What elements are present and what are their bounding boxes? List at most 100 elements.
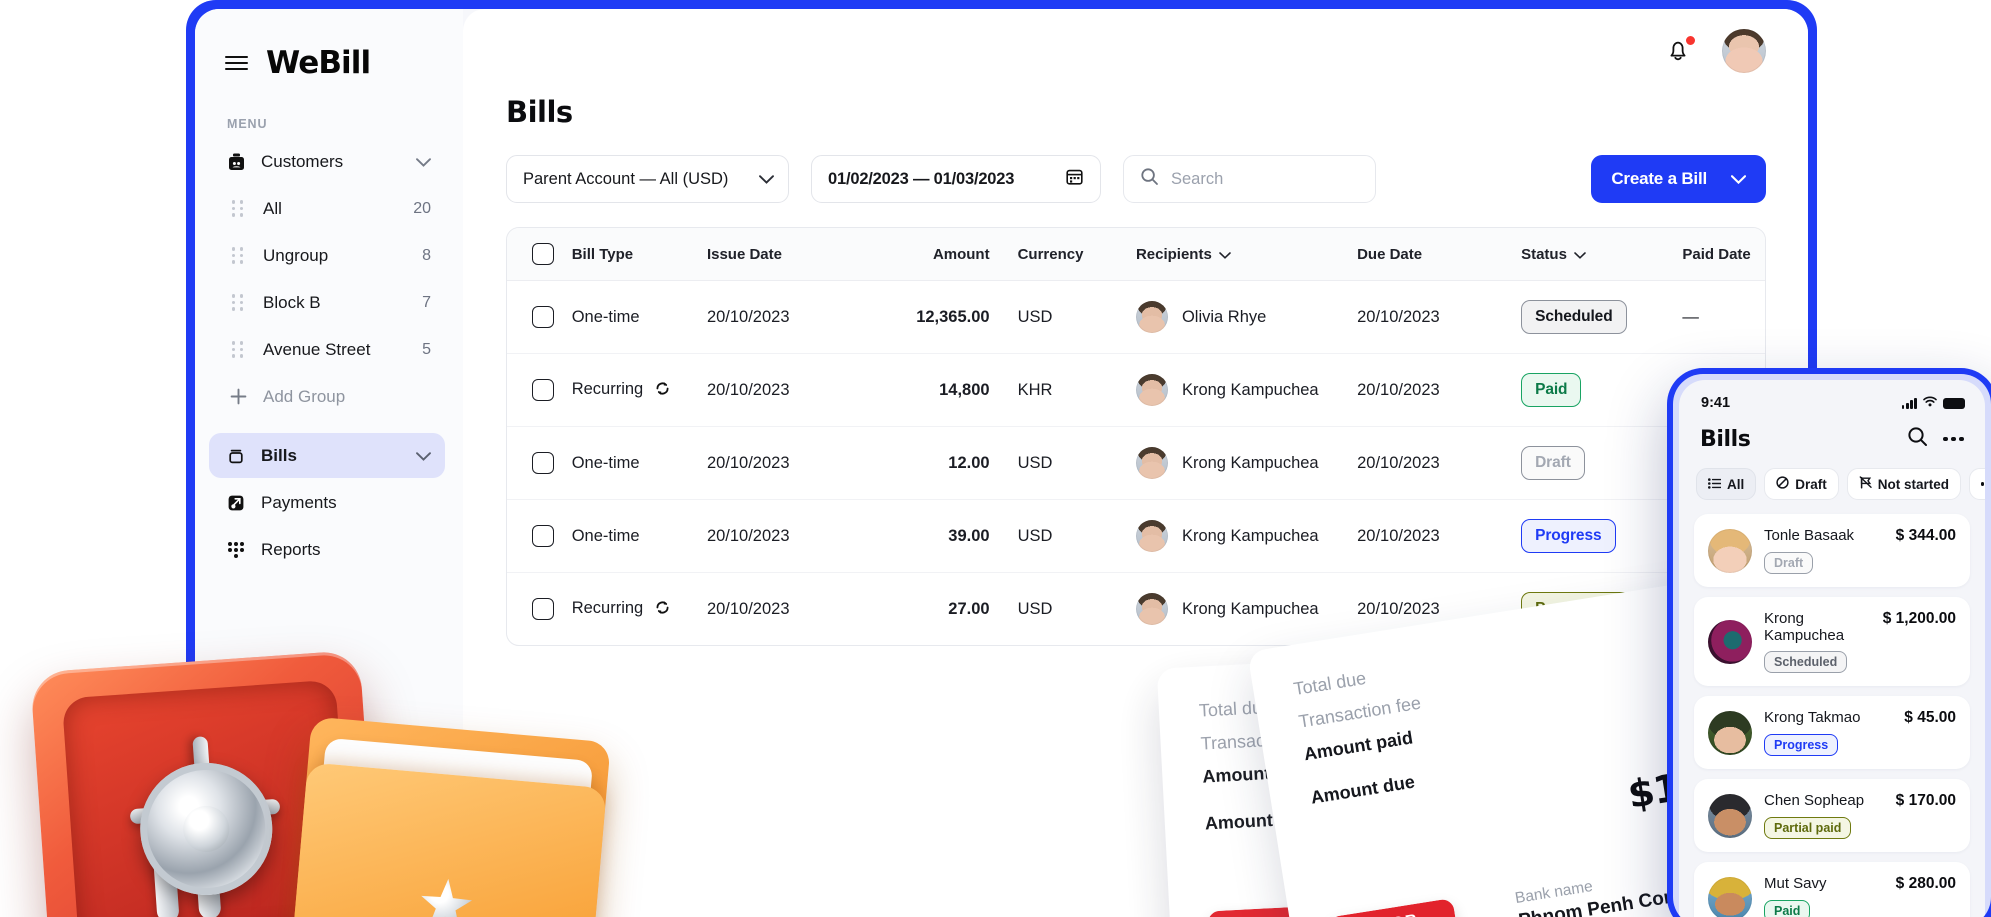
list-item[interactable]: Chen Sopheap $ 170.00 Partial paid bbox=[1694, 779, 1970, 852]
cell-due-date: 20/10/2023 bbox=[1357, 280, 1522, 354]
drag-handle-icon[interactable] bbox=[227, 341, 249, 358]
chevron-down-icon bbox=[416, 446, 431, 466]
sidebar-item-label: Ungroup bbox=[263, 245, 329, 265]
status-badge: Draft bbox=[1764, 552, 1814, 574]
chip-progress[interactable]: Progress bbox=[1969, 468, 1985, 500]
cell-bill-type: One-time bbox=[571, 426, 707, 500]
account-filter-value: Parent Account — All (USD) bbox=[523, 169, 729, 188]
column-header-recipients[interactable]: Recipients bbox=[1105, 228, 1358, 281]
sidebar-item-bills[interactable]: Bills bbox=[209, 433, 445, 478]
cell-currency: USD bbox=[989, 499, 1106, 573]
sidebar-item-add-group[interactable]: Add Group bbox=[209, 374, 445, 419]
chip-all[interactable]: All bbox=[1696, 468, 1757, 500]
customers-icon bbox=[225, 152, 247, 172]
status-sort[interactable]: Status bbox=[1521, 246, 1586, 263]
list-item[interactable]: Mut Savy $ 280.00 Paid bbox=[1694, 862, 1970, 917]
avatar bbox=[1708, 876, 1752, 917]
row-checkbox[interactable] bbox=[532, 306, 554, 328]
user-avatar[interactable] bbox=[1722, 29, 1766, 73]
status-time: 9:41 bbox=[1701, 395, 1731, 411]
column-header-issue-date[interactable]: Issue Date bbox=[706, 228, 862, 281]
sidebar-item-label: Payments bbox=[261, 492, 337, 512]
more-options-icon[interactable] bbox=[1943, 436, 1964, 442]
drag-handle-icon[interactable] bbox=[227, 294, 249, 311]
cell-currency: USD bbox=[989, 280, 1106, 354]
sidebar-item-block-b[interactable]: Block B 7 bbox=[209, 280, 445, 325]
column-header-label: Status bbox=[1521, 245, 1567, 263]
row-checkbox[interactable] bbox=[532, 379, 554, 401]
cell-recipient: Krong Kampuchea bbox=[1105, 353, 1358, 427]
row-checkbox[interactable] bbox=[532, 452, 554, 474]
table-row[interactable]: Recurring 20/10/2023 14,800 KHR Krong Ka… bbox=[507, 353, 1765, 427]
recipients-sort[interactable]: Recipients bbox=[1136, 246, 1231, 263]
search-box[interactable] bbox=[1123, 155, 1376, 203]
notifications-bell-icon[interactable] bbox=[1664, 35, 1696, 66]
column-header-label: Recipients bbox=[1135, 245, 1212, 263]
status-badge: Paid bbox=[1521, 373, 1582, 407]
create-bill-button[interactable]: Create a Bill bbox=[1591, 155, 1766, 203]
chevron-down-icon bbox=[1574, 246, 1586, 263]
sidebar-item-count: 5 bbox=[422, 340, 431, 358]
chip-not-started[interactable]: Not started bbox=[1846, 468, 1962, 500]
cellular-signal-icon bbox=[1901, 397, 1917, 409]
hamburger-menu-icon[interactable] bbox=[225, 55, 248, 71]
column-header-currency[interactable]: Currency bbox=[989, 228, 1106, 281]
search-input[interactable] bbox=[1171, 169, 1359, 189]
list-item[interactable]: Krong Takmao $ 45.00 Progress bbox=[1694, 696, 1970, 769]
create-bill-label: Create a Bill bbox=[1611, 169, 1707, 188]
status-badge: Paid bbox=[1764, 900, 1811, 917]
cell-issue-date: 20/10/2023 bbox=[706, 599, 790, 618]
cell-recipient: Krong Kampuchea bbox=[1106, 573, 1357, 646]
select-all-checkbox[interactable] bbox=[532, 243, 554, 265]
chip-label: Draft bbox=[1795, 476, 1827, 492]
ellipsis-icon bbox=[1981, 482, 1985, 486]
column-header-status[interactable]: Status bbox=[1521, 228, 1683, 281]
cell-issue-date: 20/10/2023 bbox=[706, 280, 862, 354]
recipient-name: Olivia Rhye bbox=[1181, 307, 1267, 326]
table-head: Bill Type Issue Date Amount Currency Rec… bbox=[507, 228, 1765, 281]
sidebar-item-all[interactable]: All 20 bbox=[209, 186, 445, 231]
chip-label: Not started bbox=[1877, 476, 1950, 492]
phone-status-bar: 9:41 bbox=[1694, 392, 1970, 412]
cell-amount: 12.00 bbox=[861, 426, 990, 500]
cell-amount: 39.00 bbox=[861, 499, 990, 573]
sidebar-item-ungroup[interactable]: Ungroup 8 bbox=[209, 233, 445, 278]
flag-off-icon bbox=[1859, 476, 1872, 492]
reports-icon bbox=[225, 541, 247, 558]
sidebar-item-customers[interactable]: Customers bbox=[209, 139, 445, 184]
account-filter-dropdown[interactable]: Parent Account — All (USD) bbox=[506, 155, 789, 203]
recipient-avatar bbox=[1135, 374, 1168, 406]
column-header-amount[interactable]: Amount bbox=[861, 228, 990, 281]
drag-handle-icon[interactable] bbox=[227, 247, 249, 264]
cell-bill-type: One-time bbox=[571, 499, 707, 573]
table-row[interactable]: One-time 20/10/2023 12.00 USD Krong Kamp… bbox=[507, 426, 1765, 500]
recipient-avatar bbox=[1135, 593, 1168, 625]
chip-draft[interactable]: Draft bbox=[1764, 468, 1839, 500]
bill-type-label: One-time bbox=[571, 526, 640, 545]
column-header-bill-type[interactable]: Bill Type bbox=[571, 228, 707, 281]
list-item[interactable]: Tonle Basaak $ 344.00 Draft bbox=[1694, 514, 1970, 587]
bills-icon bbox=[225, 446, 247, 466]
receipt-label: Amount due bbox=[1309, 771, 1417, 808]
sidebar-item-reports[interactable]: Reports bbox=[209, 527, 445, 572]
receipt-label: Transaction fee bbox=[1297, 692, 1423, 732]
row-checkbox[interactable] bbox=[532, 525, 554, 547]
column-header-paid-date[interactable]: Paid Date bbox=[1682, 228, 1765, 281]
sidebar-item-avenue-street[interactable]: Avenue Street 5 bbox=[209, 327, 445, 372]
recurring-icon bbox=[655, 600, 670, 619]
screenshot-root: WeBill MENU Customers All 20 Ungroup 8 B… bbox=[0, 0, 1991, 917]
date-range-picker[interactable]: 01/02/2023 — 01/03/2023 bbox=[811, 155, 1101, 203]
table-row[interactable]: One-time 20/10/2023 39.00 USD Krong Kamp… bbox=[507, 486, 1765, 573]
column-header-due-date[interactable]: Due Date bbox=[1357, 228, 1522, 281]
drag-handle-icon[interactable] bbox=[227, 200, 249, 217]
search-icon[interactable] bbox=[1907, 426, 1928, 452]
cell-recipient: Krong Kampuchea bbox=[1105, 426, 1358, 500]
chevron-down-icon[interactable] bbox=[1730, 169, 1747, 189]
bills-table-card: Bill Type Issue Date Amount Currency Rec… bbox=[506, 227, 1766, 646]
table-row[interactable]: One-time 20/10/2023 12,365.00 USD Olivia… bbox=[507, 280, 1765, 354]
list-item[interactable]: Krong Kampuchea $ 1,200.00 Scheduled bbox=[1694, 597, 1970, 686]
row-checkbox[interactable] bbox=[532, 598, 554, 620]
sidebar-item-payments[interactable]: Payments bbox=[209, 480, 445, 525]
bill-type-label: Recurring bbox=[571, 379, 644, 398]
table-body: One-time 20/10/2023 12,365.00 USD Olivia… bbox=[507, 280, 1765, 646]
